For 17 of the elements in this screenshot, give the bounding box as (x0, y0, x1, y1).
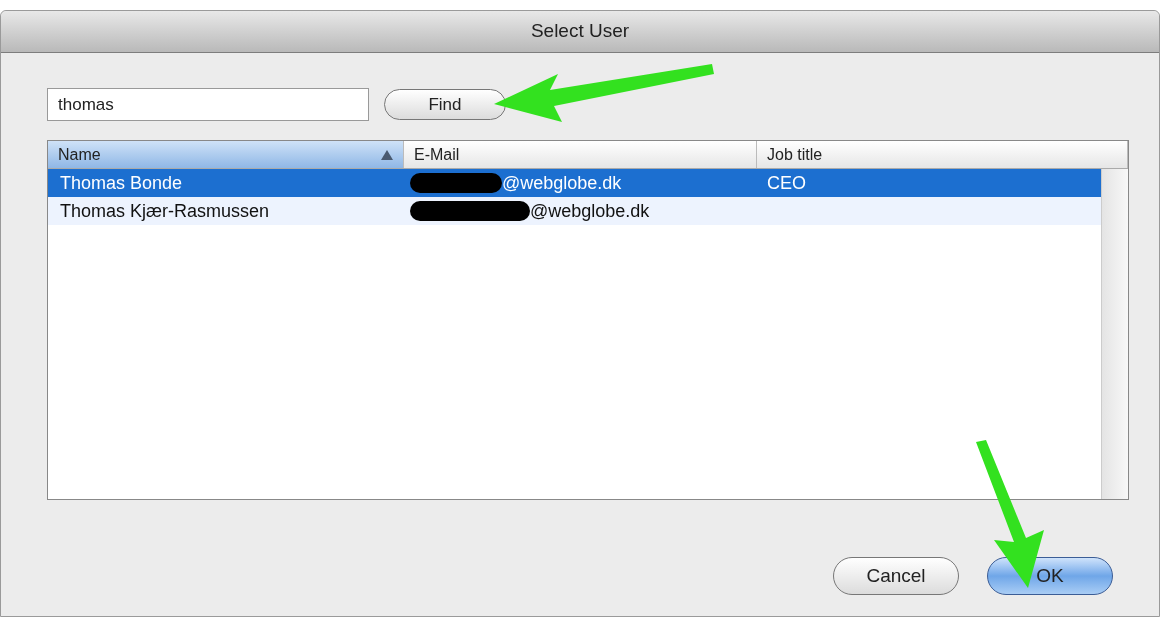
table-cell-text: @webglobe.dk (530, 199, 650, 223)
table-row[interactable]: Thomas Kjær-Rasmussen @webglobe.dk (48, 197, 1101, 225)
scrollbar[interactable] (1101, 169, 1128, 499)
sort-ascending-icon (381, 149, 393, 160)
table-cell: CEO (767, 172, 806, 193)
table-row[interactable]: Thomas Bonde @webglobe.dk CEO (48, 169, 1101, 197)
find-button[interactable]: Find (384, 89, 506, 120)
table-cell-text: @webglobe.dk (502, 171, 622, 195)
column-header[interactable]: E-Mail (404, 141, 757, 168)
ok-button[interactable]: OK (987, 557, 1113, 595)
window-title: Select User (530, 19, 630, 44)
table-cell-text: Thomas Bonde (59, 171, 184, 195)
column-header[interactable]: Name (48, 141, 404, 168)
cancel-button[interactable]: Cancel (833, 557, 959, 595)
search-field[interactable]: thomas (47, 88, 369, 121)
column-header[interactable]: Job title (757, 141, 1128, 168)
table-cell-text: Thomas Kjær-Rasmussen (59, 199, 271, 223)
